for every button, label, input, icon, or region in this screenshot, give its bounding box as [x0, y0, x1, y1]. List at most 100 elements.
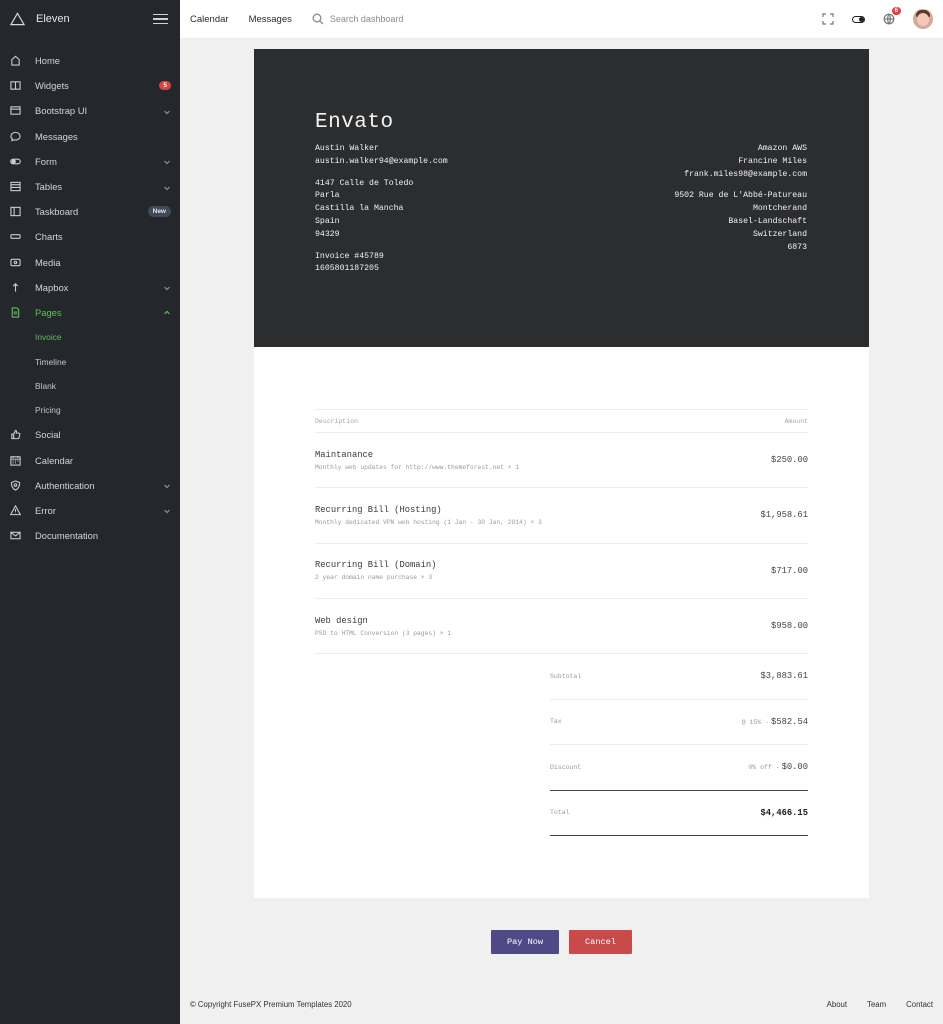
table-row: Maintanance Monthly web updates for http:…: [315, 433, 808, 489]
sidebar-item-social[interactable]: Social: [0, 422, 180, 447]
chevron-up-icon: [163, 308, 171, 316]
chevron-down-icon: [163, 506, 171, 514]
sidebar-subitem-invoice[interactable]: Invoice: [0, 325, 180, 349]
item-amount: $717.00: [771, 565, 808, 576]
footer-link-team[interactable]: Team: [867, 1000, 886, 1009]
table-row: Recurring Bill (Domain) 2 year domain nam…: [315, 544, 808, 599]
discount-row: Discount 0% off - $0.00: [550, 745, 808, 791]
item-title: Maintanance: [315, 449, 374, 460]
cancel-button[interactable]: Cancel: [569, 930, 632, 954]
table-row: Web design PSD to HTML Conversion (3 page…: [315, 599, 808, 655]
sidebar-item-label: Social: [35, 429, 61, 441]
logo-icon: [10, 12, 25, 26]
calendar-icon: [9, 454, 21, 466]
sidebar-subitem-timeline[interactable]: Timeline: [0, 349, 180, 373]
discount-value: $0.00: [781, 762, 808, 773]
topbar-link-calendar[interactable]: Calendar: [190, 14, 229, 25]
sidebar-item-media[interactable]: Media: [0, 250, 180, 275]
table-row: Recurring Bill (Hosting) Monthly dedicate…: [315, 488, 808, 544]
sidebar-item-calendar[interactable]: Calendar: [0, 447, 180, 472]
home-icon: [9, 55, 21, 67]
from-email: austin.walker94@example.com: [315, 156, 448, 166]
subtotal-row: Subtotal $3,883.61: [550, 654, 808, 700]
sidebar-item-messages[interactable]: Messages: [0, 124, 180, 149]
pay-now-button[interactable]: Pay Now: [491, 930, 559, 954]
chevron-down-icon: [163, 107, 171, 115]
sidebar-item-mapbox[interactable]: Mapbox: [0, 275, 180, 300]
sidebar-item-label: Documentation: [35, 530, 99, 542]
total-row: Total $4,466.15: [550, 791, 808, 837]
columns-icon: [9, 206, 21, 218]
widgets-count-badge: 5: [159, 81, 171, 91]
discount-note: 0% off -: [748, 764, 780, 772]
to-name: Francine Miles: [738, 156, 807, 166]
invoice-number: Invoice #45789: [315, 251, 384, 261]
sidebar-item-label: Tables: [35, 181, 63, 193]
item-amount: $958.00: [771, 621, 808, 632]
sidebar-item-form[interactable]: Form: [0, 149, 180, 174]
thumbs-up-icon: [9, 429, 21, 441]
footer-link-contact[interactable]: Contact: [906, 1000, 933, 1009]
sidebar-item-tables[interactable]: Tables: [0, 174, 180, 199]
from-street: 4147 Calle de Toledo: [315, 178, 414, 188]
invoice-header: Envato Austin Walker austin.walker94@exa…: [254, 49, 869, 347]
user-menu[interactable]: [913, 9, 933, 29]
sidebar-item-label: Form: [35, 155, 57, 167]
column-description: Description: [315, 417, 358, 425]
item-title: Recurring Bill (Domain): [315, 560, 437, 571]
sidebar-item-home[interactable]: Home: [0, 48, 180, 73]
sidebar-item-taskboard[interactable]: Taskboard New: [0, 199, 180, 224]
toggle-icon: [9, 155, 21, 167]
chart-icon: [9, 231, 21, 243]
from-region: Castilla la Mancha: [315, 204, 404, 214]
subtotal-label: Subtotal: [550, 672, 582, 680]
mail-icon: [9, 530, 21, 542]
tax-note: @ 15% -: [741, 718, 770, 726]
sidebar-item-error[interactable]: Error: [0, 498, 180, 523]
to-postal: 6873: [787, 242, 807, 252]
invoice-card: Envato Austin Walker austin.walker94@exa…: [254, 49, 869, 898]
to-city: Montcherand: [752, 204, 807, 214]
item-title: Recurring Bill (Hosting): [315, 504, 442, 515]
sidebar-subitem-label: Invoice: [35, 332, 62, 343]
item-detail: Monthly web updates for http://www.theme…: [315, 463, 520, 471]
to-street: 9502 Rue de L'Abbé-Patureau: [674, 191, 807, 201]
sidebar-item-bootstrap-ui[interactable]: Bootstrap UI: [0, 98, 180, 123]
sidebar-item-label: Bootstrap UI: [35, 105, 88, 117]
warning-icon: [9, 504, 21, 516]
search-input[interactable]: [329, 14, 530, 24]
search-icon: [312, 13, 324, 25]
new-badge: New: [147, 206, 171, 218]
sidebar-item-pages[interactable]: Pages: [0, 300, 180, 325]
shield-icon: [9, 479, 21, 491]
tax-label: Tax: [550, 718, 562, 726]
copyright-text: © Copyright FusePX Premium Templates 202…: [190, 999, 352, 1009]
tax-row: Tax @ 15% - $582.54: [550, 700, 808, 746]
sidebar-item-widgets[interactable]: Widgets 5: [0, 73, 180, 98]
sidebar-item-label: Home: [35, 55, 61, 67]
browser-icon: [9, 105, 21, 117]
book-icon: [9, 80, 21, 92]
app-name: Eleven: [36, 13, 70, 25]
to-region: Basel-Landschaft: [728, 216, 807, 226]
item-title: Web design: [315, 615, 368, 626]
sidebar-item-authentication[interactable]: Authentication: [0, 473, 180, 498]
sidebar-item-documentation[interactable]: Documentation: [0, 523, 180, 548]
item-detail: PSD to HTML Conversion (3 pages) × 1: [315, 629, 452, 637]
sidebar-subitem-pricing[interactable]: Pricing: [0, 398, 180, 422]
theme-toggle[interactable]: [852, 15, 865, 23]
invoice-totals: Subtotal $3,883.61 Tax @ 15% - $582.54 Di…: [550, 654, 808, 837]
topbar-link-messages[interactable]: Messages: [249, 14, 292, 25]
sidebar-subitem-blank[interactable]: Blank: [0, 374, 180, 398]
footer-link-about[interactable]: About: [827, 1000, 847, 1009]
chevron-down-icon: [163, 183, 171, 191]
sidebar-item-label: Taskboard: [35, 206, 79, 218]
fullscreen-button[interactable]: [822, 13, 834, 25]
footer: © Copyright FusePX Premium Templates 202…: [180, 984, 943, 1024]
invoice-to: Amazon AWS Francine Miles frank.miles98@…: [674, 143, 807, 254]
notifications-button[interactable]: 6: [883, 7, 901, 25]
topbar: Calendar Messages 6: [180, 0, 943, 39]
menu-toggle-icon[interactable]: [153, 13, 168, 25]
fullscreen-icon: [822, 13, 834, 25]
sidebar-item-charts[interactable]: Charts: [0, 224, 180, 249]
